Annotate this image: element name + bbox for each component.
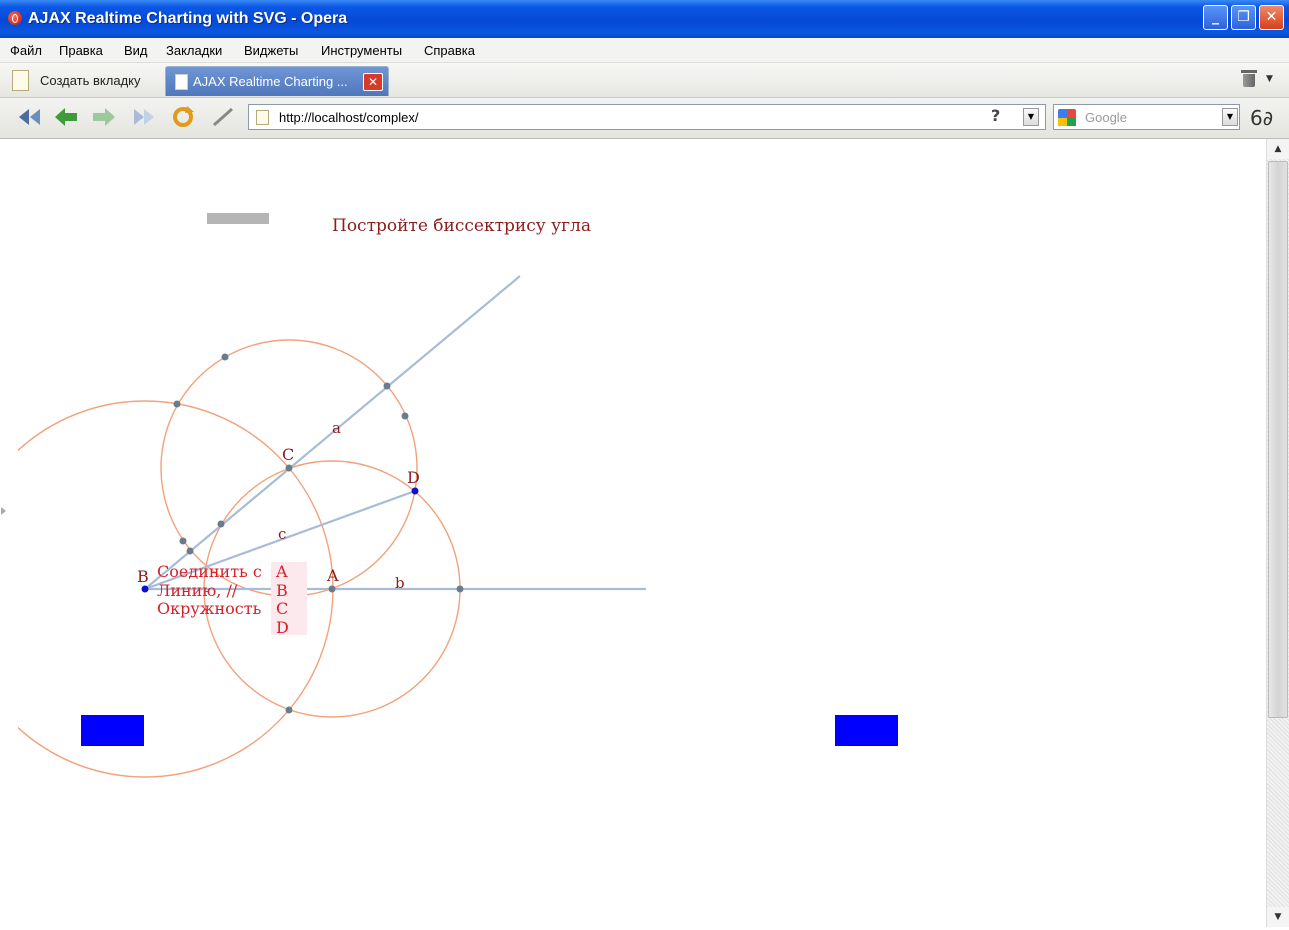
intersection-point[interactable] [456,585,464,593]
trash-dropdown-icon[interactable]: ▼ [1266,74,1273,84]
panel-handle-icon[interactable] [1,507,6,515]
label-d: D [407,468,420,487]
label-segment-a: a [332,419,341,437]
intersection-point[interactable] [221,353,229,361]
intersection-point[interactable] [285,706,293,714]
point-a[interactable] [328,585,336,593]
intersection-point[interactable] [173,400,181,408]
geometry-canvas[interactable]: Постройте биссектрису угла C D A B a b c… [9,139,1266,927]
scroll-up-button[interactable]: ▲ [1267,139,1289,159]
menu-file[interactable]: Файл [10,43,42,58]
scroll-thumb[interactable] [1268,161,1288,718]
label-segment-b: b [395,574,405,592]
menu-widgets[interactable]: Виджеты [244,43,298,58]
label-segment-c: c [278,525,286,543]
search-input[interactable]: Google [1085,110,1127,125]
new-tab-label: Создать вкладку [40,73,141,88]
menu-target-b[interactable]: B [276,581,288,600]
intersection-point[interactable] [217,520,225,528]
blue-button-left[interactable] [81,715,144,746]
menu-tools[interactable]: Инструменты [321,43,402,58]
label-b: B [137,567,149,586]
reading-mode-icon[interactable]: 6∂ [1250,106,1273,130]
intersection-point[interactable] [401,412,409,420]
menu-target-d[interactable]: D [276,618,289,637]
page-icon [256,110,269,125]
menu-circle[interactable]: Окружность [157,599,262,618]
tab-label: AJAX Realtime Charting ... [193,74,348,89]
tab-close-icon[interactable]: ✕ [363,73,383,91]
navigation-toolbar: http://localhost/complex/ ? ▼ Google ▼ 6… [0,98,1289,139]
fast-forward-icon[interactable] [131,106,157,128]
menu-line[interactable]: Линию, // [157,581,238,600]
search-box[interactable]: Google ▼ [1053,104,1240,130]
new-document-icon [12,70,29,91]
window-titlebar: AJAX Realtime Charting with SVG - Opera … [0,0,1289,38]
menu-target-c[interactable]: C [276,599,288,618]
point-b[interactable] [141,585,149,593]
intersection-point[interactable] [186,547,194,555]
back-icon[interactable] [53,106,79,128]
menu-target-a[interactable]: A [275,562,288,581]
instruction-text: Постройте биссектрису угла [332,216,591,236]
opera-logo-icon [8,11,22,25]
label-a: A [326,566,339,585]
trash-icon[interactable] [1241,70,1257,88]
help-icon[interactable]: ? [991,106,1000,125]
point-d[interactable] [411,487,419,495]
new-tab-button[interactable]: Создать вкладку [8,66,158,94]
page-content: Постройте биссектрису угла C D A B a b c… [9,139,1266,927]
minimize-button[interactable]: _ [1203,5,1228,30]
edit-pen-icon[interactable] [210,106,236,128]
scroll-down-button[interactable]: ▼ [1267,907,1289,927]
page-icon [175,74,188,90]
blue-button-right[interactable] [835,715,898,746]
search-dropdown-icon[interactable]: ▼ [1222,108,1238,126]
vertical-scrollbar[interactable]: ▲ ▼ [1266,139,1289,927]
window-title: AJAX Realtime Charting with SVG - Opera [28,10,348,27]
tab-bar: Создать вкладку AJAX Realtime Charting .… [0,63,1289,98]
menu-edit[interactable]: Правка [59,43,103,58]
close-window-button[interactable]: ✕ [1259,5,1284,30]
menu-bar: Файл Правка Вид Закладки Виджеты Инструм… [0,38,1289,63]
forward-icon[interactable] [91,106,117,128]
intersection-point[interactable] [383,382,391,390]
point-c[interactable] [285,464,293,472]
context-menu[interactable]: Соединить с Линию, // Окружность A B C D [157,562,307,637]
menu-bookmarks[interactable]: Закладки [166,43,222,58]
address-dropdown-icon[interactable]: ▼ [1023,108,1039,126]
toolbar-bar[interactable] [207,213,269,224]
reload-icon[interactable] [170,106,196,128]
maximize-button[interactable]: ❐ [1231,5,1256,30]
label-c: C [282,445,294,464]
menu-help[interactable]: Справка [424,43,475,58]
address-url[interactable]: http://localhost/complex/ [279,110,418,125]
menu-view[interactable]: Вид [124,43,148,58]
rewind-icon[interactable] [16,106,42,128]
intersection-point[interactable] [179,537,187,545]
tab-active[interactable]: AJAX Realtime Charting ... ✕ [165,66,389,96]
google-logo-icon[interactable] [1058,109,1076,126]
menu-connect[interactable]: Соединить с [157,562,262,581]
address-bar[interactable]: http://localhost/complex/ ? ▼ [248,104,1046,130]
